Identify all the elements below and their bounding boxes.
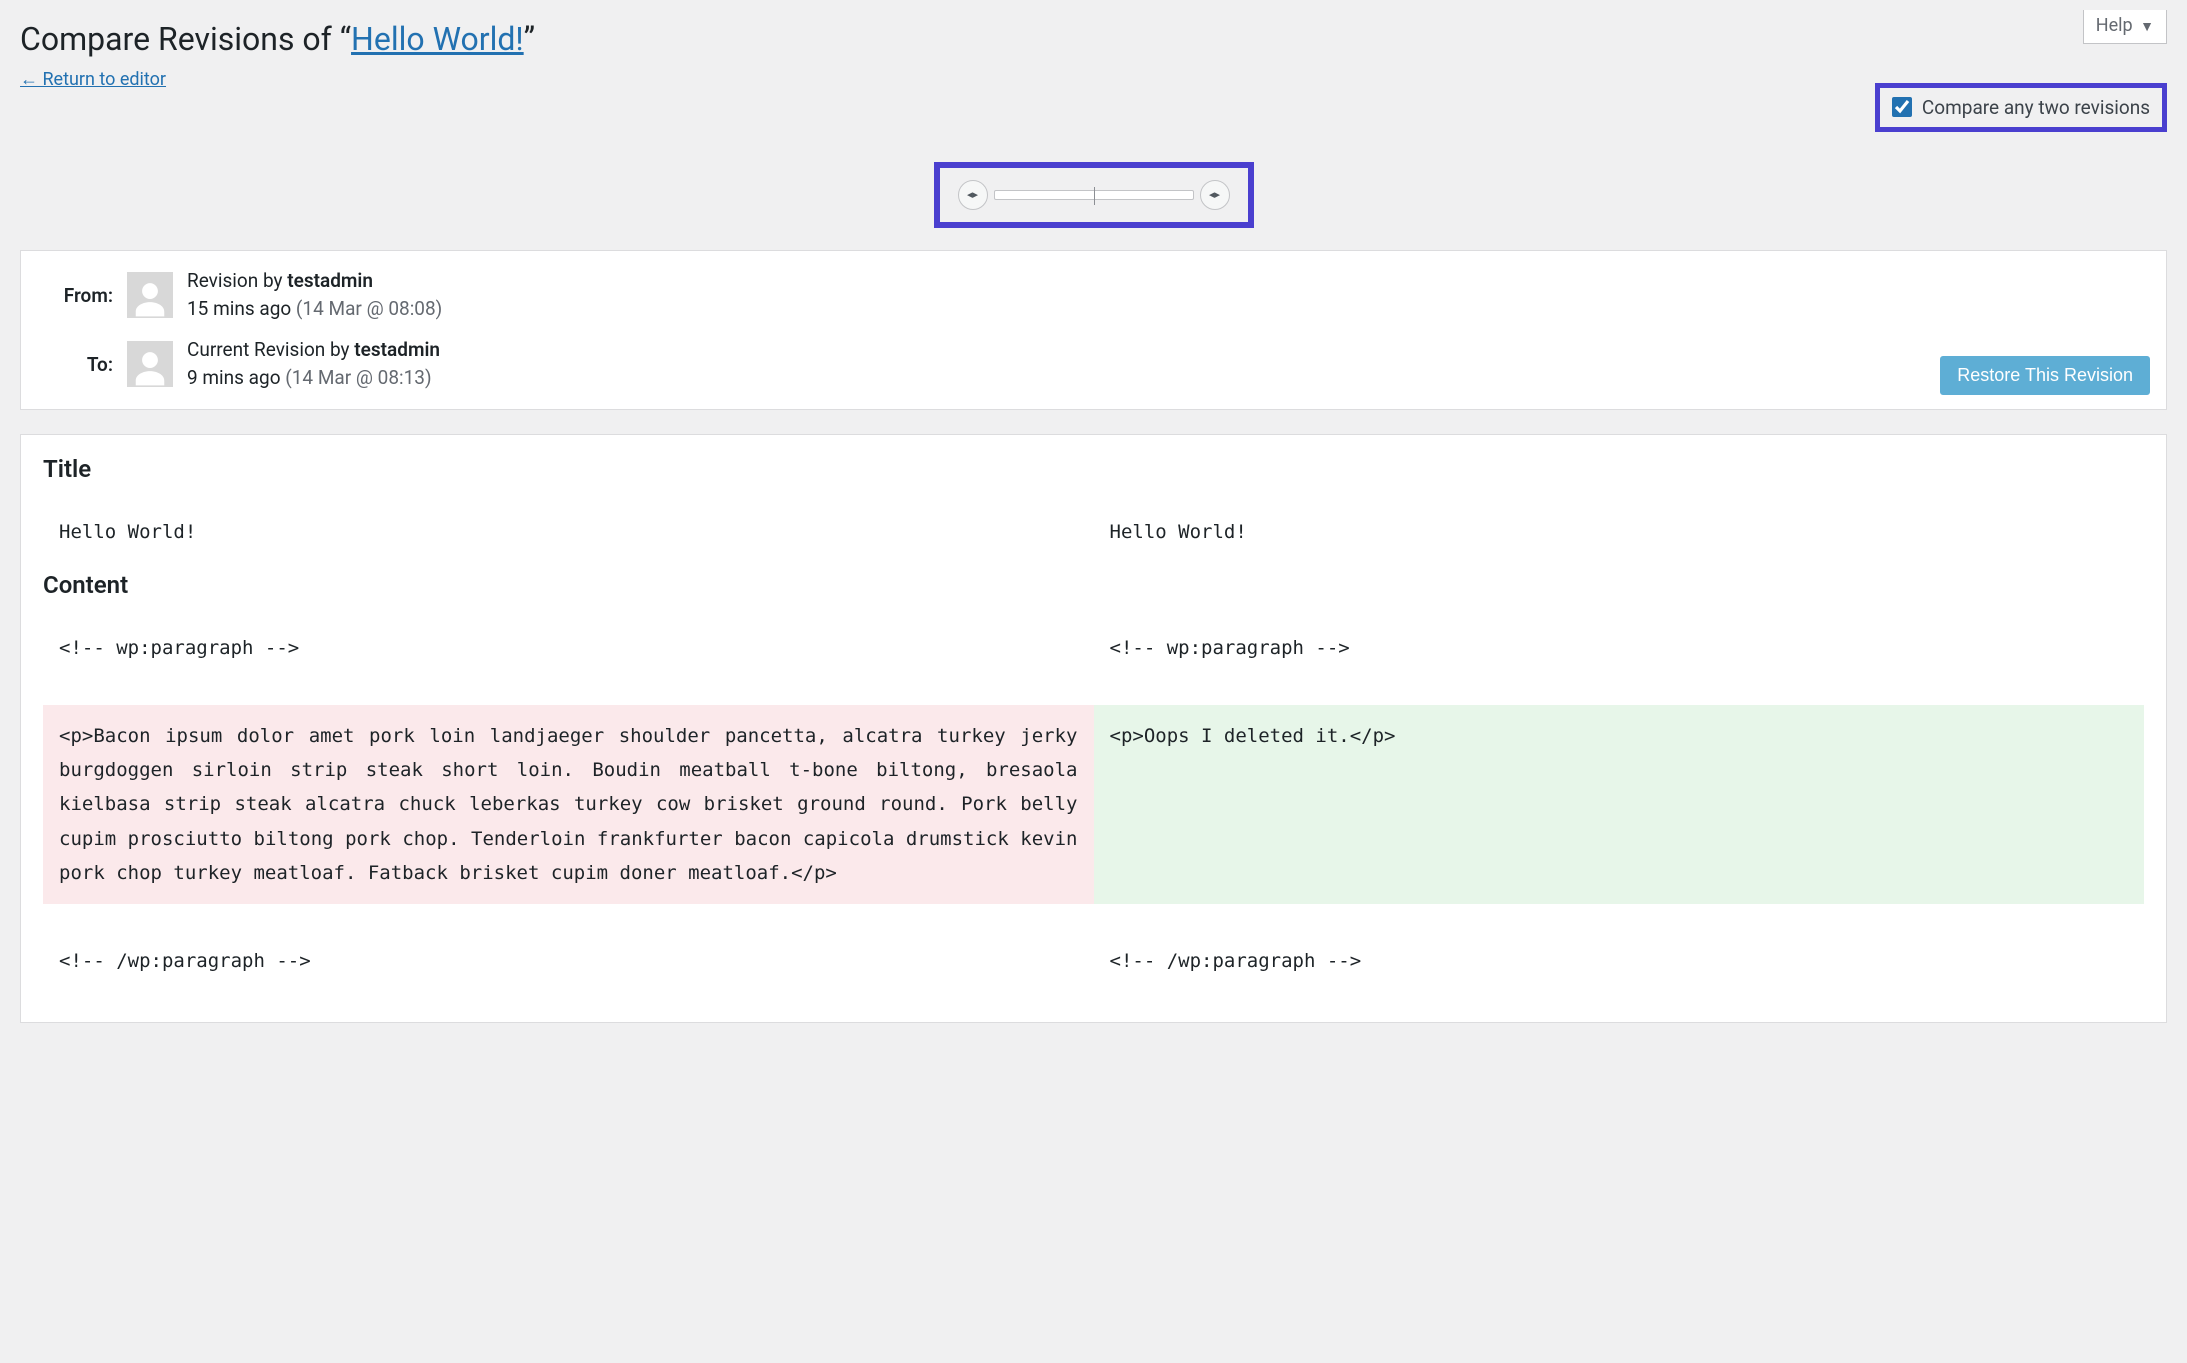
help-tab[interactable]: Help ▼ — [2083, 10, 2167, 44]
title-suffix: ” — [524, 20, 535, 58]
revision-from-row: From: Revision by testadmin 15 mins ago … — [37, 261, 2150, 330]
to-label: To: — [37, 353, 127, 376]
diff-content-heading: Content — [43, 571, 2144, 599]
restore-revision-button[interactable]: Restore This Revision — [1940, 356, 2150, 395]
revision-range-slider: ◂▸ ◂▸ — [934, 162, 1254, 228]
diff-content-to: <!-- wp:paragraph --> — [1094, 617, 2145, 679]
to-author: testadmin — [354, 338, 440, 361]
to-time-ago: 9 mins ago — [187, 366, 281, 389]
diff-title-heading: Title — [43, 455, 2144, 483]
avatar — [127, 272, 173, 318]
from-author: testadmin — [287, 269, 373, 292]
to-meta: Current Revision by testadmin 9 mins ago… — [187, 336, 440, 393]
arrows-horizontal-icon: ◂▸ — [1209, 188, 1220, 201]
diff-content-from: <!-- /wp:paragraph --> — [43, 930, 1094, 992]
compare-any-label: Compare any two revisions — [1922, 96, 2150, 119]
diff-title-from: Hello World! — [43, 501, 1094, 563]
diff-content-added: <p>Oops I deleted it.</p> — [1094, 705, 2145, 904]
title-prefix: Compare Revisions of “ — [20, 20, 351, 58]
diff-content-table: <!-- wp:paragraph --> <!-- wp:paragraph … — [43, 617, 2144, 992]
page-title: Compare Revisions of “Hello World!” — [20, 10, 2167, 65]
slider-handle-to[interactable]: ◂▸ — [1200, 180, 1230, 210]
to-timestamp: (14 Mar @ 08:13) — [285, 366, 431, 389]
table-row — [43, 904, 2144, 930]
from-meta: Revision by testadmin 15 mins ago (14 Ma… — [187, 267, 442, 324]
table-row — [43, 679, 2144, 705]
help-label: Help — [2096, 15, 2133, 36]
from-revision-by: Revision by — [187, 269, 283, 292]
diff-content-to: <!-- /wp:paragraph --> — [1094, 930, 2145, 992]
chevron-down-icon: ▼ — [2140, 19, 2154, 35]
from-label: From: — [37, 284, 127, 307]
slider-handle-from[interactable]: ◂▸ — [958, 180, 988, 210]
table-row: Hello World! Hello World! — [43, 501, 2144, 563]
to-revision-by: Current Revision by — [187, 338, 350, 361]
diff-content-deleted: <p>Bacon ipsum dolor amet pork loin land… — [43, 705, 1094, 904]
diff-content-from: <!-- wp:paragraph --> — [43, 617, 1094, 679]
return-to-editor-link[interactable]: ← Return to editor — [20, 69, 166, 90]
from-timestamp: (14 Mar @ 08:08) — [296, 297, 442, 320]
revision-to-row: To: Current Revision by testadmin 9 mins… — [37, 330, 2150, 399]
table-row: <!-- wp:paragraph --> <!-- wp:paragraph … — [43, 617, 2144, 679]
avatar — [127, 341, 173, 387]
revisions-meta: From: Revision by testadmin 15 mins ago … — [20, 250, 2167, 410]
table-row: <p>Bacon ipsum dolor amet pork loin land… — [43, 705, 2144, 904]
compare-any-checkbox[interactable] — [1892, 97, 1912, 117]
from-time-ago: 15 mins ago — [187, 297, 291, 320]
diff-title-table: Hello World! Hello World! — [43, 501, 2144, 563]
table-row: <!-- /wp:paragraph --> <!-- /wp:paragrap… — [43, 930, 2144, 992]
diff-title-to: Hello World! — [1094, 501, 2145, 563]
arrows-horizontal-icon: ◂▸ — [967, 188, 978, 201]
compare-any-two-revisions: Compare any two revisions — [1875, 83, 2167, 132]
diff-panel: Title Hello World! Hello World! Content … — [20, 434, 2167, 1024]
slider-track[interactable] — [994, 190, 1194, 200]
post-title-link[interactable]: Hello World! — [351, 20, 524, 58]
